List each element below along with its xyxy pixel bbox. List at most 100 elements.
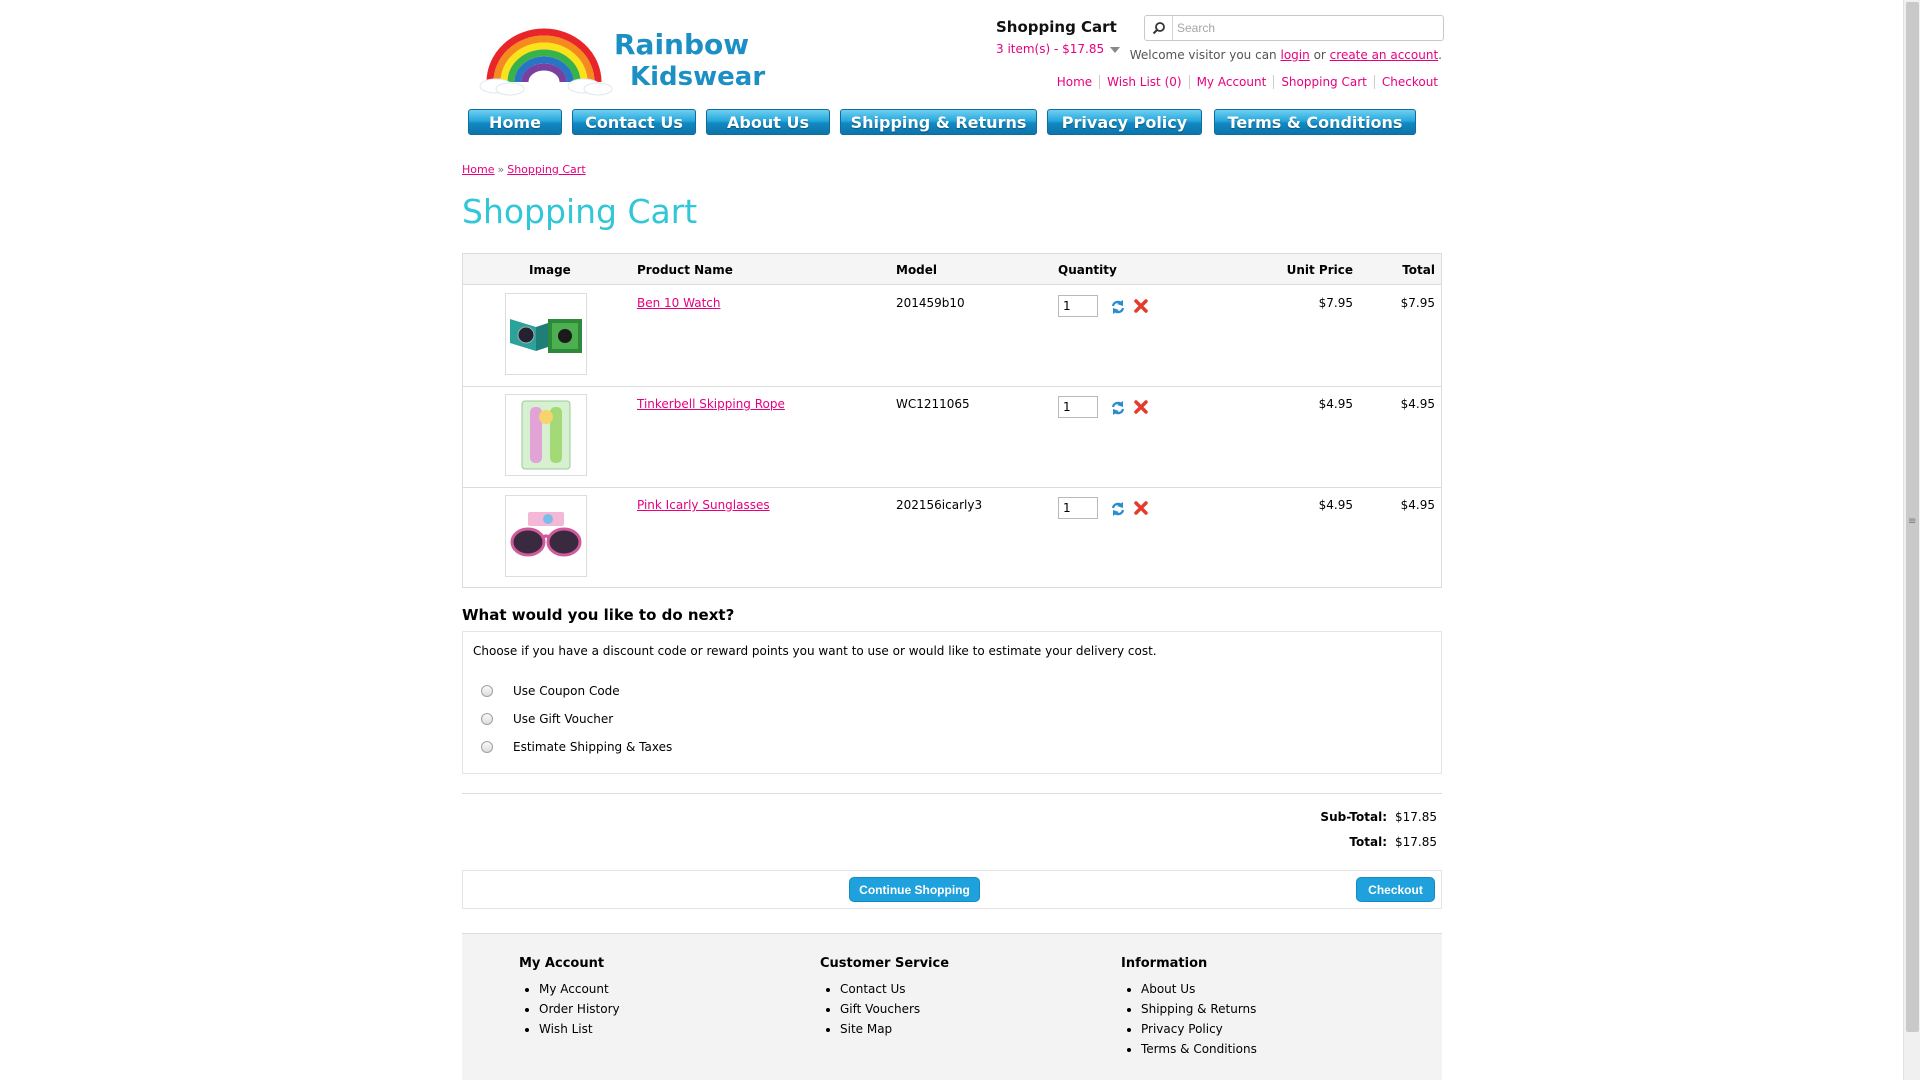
option-coupon[interactable]: Use Coupon Code bbox=[481, 684, 620, 698]
footer-link-terms-conditions[interactable]: Terms & Conditions bbox=[1141, 1042, 1257, 1056]
welcome-text: Welcome visitor you can login or create … bbox=[1130, 48, 1442, 62]
top-link-wishlist[interactable]: Wish List (0) bbox=[1099, 75, 1189, 89]
footer: My Account My Account Order History Wish… bbox=[462, 933, 1442, 1080]
watch-product-image bbox=[510, 319, 582, 353]
top-links: Home Wish List (0) My Account Shopping Cart… bbox=[1050, 75, 1442, 89]
unit-price: $7.95 bbox=[1318, 296, 1353, 310]
footer-link-contact-us[interactable]: Contact Us bbox=[840, 982, 906, 996]
page-title: Shopping Cart bbox=[462, 192, 698, 231]
welcome-suffix: . bbox=[1438, 48, 1442, 62]
menu-privacy-policy[interactable]: Privacy Policy bbox=[1047, 109, 1202, 135]
quantity-input[interactable] bbox=[1058, 295, 1098, 317]
search-input[interactable] bbox=[1175, 18, 1435, 38]
top-link-home[interactable]: Home bbox=[1050, 75, 1099, 89]
footer-link-wish-list[interactable]: Wish List bbox=[539, 1022, 593, 1036]
footer-link-about-us[interactable]: About Us bbox=[1141, 982, 1195, 996]
product-image[interactable] bbox=[505, 495, 587, 577]
header-unit-price: Unit Price bbox=[1286, 263, 1353, 277]
subtotal-label: Sub-Total: bbox=[1320, 810, 1387, 824]
radio-shipping[interactable] bbox=[481, 741, 493, 753]
footer-link-shipping-returns[interactable]: Shipping & Returns bbox=[1141, 1002, 1256, 1016]
search-icon bbox=[1152, 22, 1165, 35]
search-box bbox=[1144, 15, 1444, 41]
breadcrumb: Home» Shopping Cart bbox=[462, 163, 586, 176]
radio-voucher[interactable] bbox=[481, 713, 493, 725]
product-image[interactable] bbox=[505, 293, 587, 375]
subtotal-value: $17.85 bbox=[1395, 810, 1437, 824]
unit-price: $4.95 bbox=[1318, 397, 1353, 411]
breadcrumb-current[interactable]: Shopping Cart bbox=[507, 163, 585, 176]
login-link[interactable]: login bbox=[1281, 48, 1310, 62]
menu-about-us[interactable]: About Us bbox=[706, 109, 830, 135]
product-model: 201459b10 bbox=[896, 296, 965, 310]
remove-icon[interactable] bbox=[1134, 400, 1148, 417]
product-name-link[interactable]: Tinkerbell Skipping Rope bbox=[637, 397, 785, 411]
breadcrumb-separator: » bbox=[497, 163, 505, 176]
continue-shopping-button[interactable]: Continue Shopping bbox=[849, 877, 980, 902]
unit-price: $4.95 bbox=[1318, 498, 1353, 512]
cart-row: Ben 10 Watch 201459b10 $7.95 $7.95 bbox=[463, 286, 1441, 387]
page-scrollbar[interactable]: ≡ bbox=[1903, 0, 1920, 1080]
quantity-input[interactable] bbox=[1058, 396, 1098, 418]
footer-link-gift-vouchers[interactable]: Gift Vouchers bbox=[840, 1002, 920, 1016]
header-cart-total[interactable]: 3 item(s) - $17.85 bbox=[996, 42, 1121, 56]
top-link-checkout[interactable]: Checkout bbox=[1373, 75, 1442, 89]
update-icon[interactable] bbox=[1110, 501, 1126, 520]
quantity-input[interactable] bbox=[1058, 497, 1098, 519]
product-image[interactable] bbox=[505, 394, 587, 476]
next-steps-box: Choose if you have a discount code or re… bbox=[462, 631, 1442, 774]
menu-home[interactable]: Home bbox=[468, 109, 562, 135]
product-name-link[interactable]: Pink Icarly Sunglasses bbox=[637, 498, 770, 512]
update-icon[interactable] bbox=[1110, 299, 1126, 318]
header-total: Total bbox=[1402, 263, 1435, 277]
remove-icon[interactable] bbox=[1134, 299, 1148, 316]
search-button[interactable] bbox=[1145, 16, 1173, 40]
footer-link-my-account[interactable]: My Account bbox=[539, 982, 609, 996]
update-icon[interactable] bbox=[1110, 400, 1126, 419]
footer-link-privacy-policy[interactable]: Privacy Policy bbox=[1141, 1022, 1223, 1036]
menu-shipping-returns[interactable]: Shipping & Returns bbox=[840, 109, 1037, 135]
option-shipping[interactable]: Estimate Shipping & Taxes bbox=[481, 740, 672, 754]
checkout-button[interactable]: Checkout bbox=[1356, 877, 1435, 902]
next-steps-title: What would you like to do next? bbox=[462, 606, 735, 624]
caret-down-icon bbox=[1110, 46, 1121, 53]
row-total: $4.95 bbox=[1400, 397, 1435, 411]
remove-icon[interactable] bbox=[1134, 501, 1148, 518]
option-coupon-label: Use Coupon Code bbox=[513, 684, 620, 698]
cart-row: Pink Icarly Sunglasses 202156icarly3 $4.… bbox=[463, 488, 1441, 589]
main-menu: Home Contact Us About Us Shipping & Retu… bbox=[468, 109, 1438, 135]
header-cart-heading: Shopping Cart bbox=[996, 18, 1117, 36]
next-steps-intro: Choose if you have a discount code or re… bbox=[473, 644, 1157, 658]
total-label: Total: bbox=[1349, 835, 1387, 849]
site-logo[interactable]: Rainbow Kidswear bbox=[472, 18, 765, 102]
product-model: WC1211065 bbox=[896, 397, 970, 411]
menu-terms-conditions[interactable]: Terms & Conditions bbox=[1214, 109, 1416, 135]
footer-my-account: My Account My Account Order History Wish… bbox=[519, 956, 759, 1039]
top-link-cart[interactable]: Shopping Cart bbox=[1273, 75, 1374, 89]
footer-customer-service-title: Customer Service bbox=[820, 956, 950, 971]
top-link-account[interactable]: My Account bbox=[1188, 75, 1274, 89]
skipping-rope-product-image bbox=[521, 400, 571, 470]
footer-information: Information About Us Shipping & Returns … bbox=[1121, 956, 1361, 1059]
option-voucher[interactable]: Use Gift Voucher bbox=[481, 712, 613, 726]
cart-totals: Sub-Total: $17.85 Total: $17.85 bbox=[1320, 810, 1437, 860]
footer-link-order-history[interactable]: Order History bbox=[539, 1002, 620, 1016]
radio-coupon[interactable] bbox=[481, 685, 493, 697]
totals-divider bbox=[462, 793, 1442, 794]
sunglasses-product-image bbox=[510, 512, 582, 557]
footer-link-site-map[interactable]: Site Map bbox=[840, 1022, 892, 1036]
footer-information-title: Information bbox=[1121, 956, 1208, 971]
create-account-link[interactable]: create an account bbox=[1330, 48, 1439, 62]
row-total: $7.95 bbox=[1400, 296, 1435, 310]
header-cart[interactable]: Shopping Cart 3 item(s) - $17.85 bbox=[996, 18, 1121, 56]
menu-contact-us[interactable]: Contact Us bbox=[572, 109, 696, 135]
footer-customer-service: Customer Service Contact Us Gift Voucher… bbox=[820, 956, 1060, 1039]
welcome-prefix: Welcome visitor you can bbox=[1129, 48, 1277, 62]
welcome-or: or bbox=[1313, 48, 1326, 62]
cart-buttons: Continue Shopping Checkout bbox=[462, 870, 1442, 909]
breadcrumb-home[interactable]: Home bbox=[462, 163, 494, 176]
scrollbar-grip-icon: ≡ bbox=[1908, 516, 1917, 527]
product-name-link[interactable]: Ben 10 Watch bbox=[637, 296, 720, 310]
cart-table-header: Image Product Name Model Quantity Unit P… bbox=[463, 254, 1441, 285]
logo-text-line1: Rainbow bbox=[614, 28, 750, 61]
